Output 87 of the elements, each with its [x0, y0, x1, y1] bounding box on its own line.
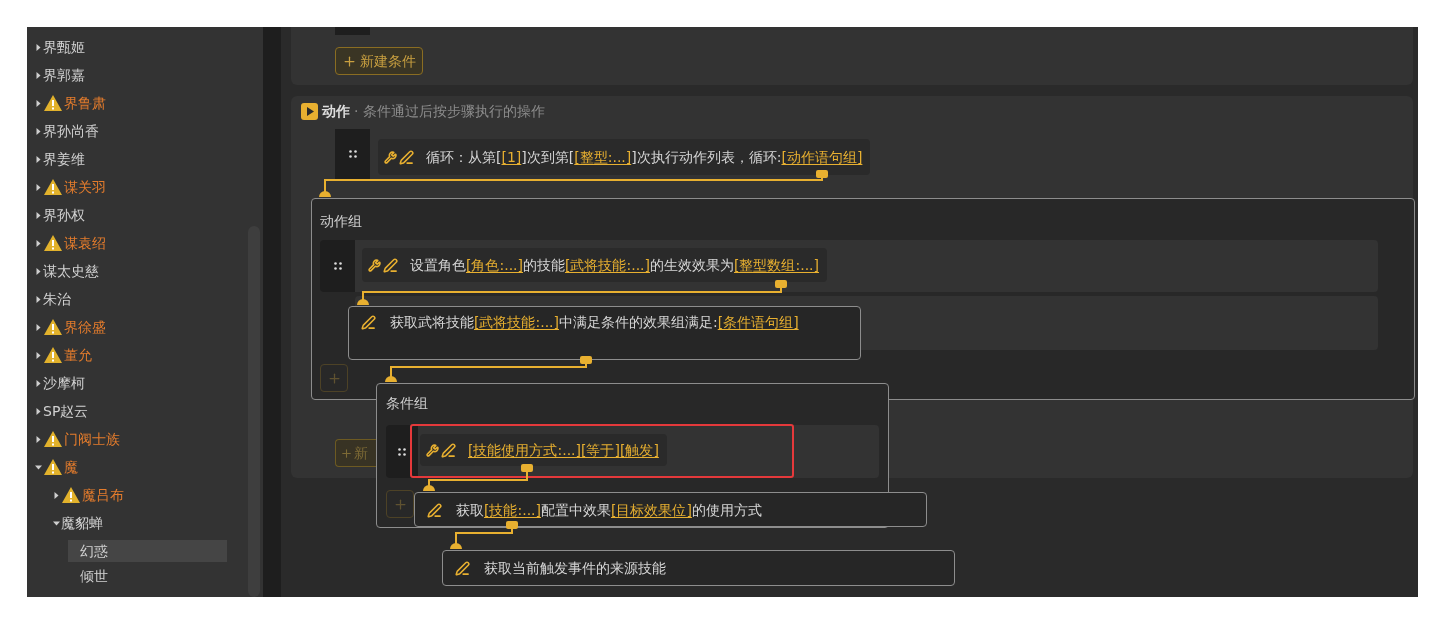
- section-title: 动作: [322, 101, 350, 121]
- statement-text: 获取[技能:...]配置中效果[目标效果位]的使用方式: [456, 501, 762, 520]
- pencil-icon[interactable]: [399, 149, 414, 165]
- connector-line: [450, 521, 518, 549]
- parameter-link[interactable]: [触发]: [619, 442, 659, 458]
- statement-text: 循环：从第[[1]]次到第[[整型:...]]次执行动作列表，循环:[动作语句组]: [426, 148, 863, 167]
- caret-icon[interactable]: [53, 491, 60, 499]
- statement-block[interactable]: [技能使用方式:...][等于][触发]: [420, 434, 667, 466]
- caret-icon[interactable]: [35, 71, 42, 79]
- expression-popup[interactable]: 获取当前触发事件的来源技能: [442, 550, 955, 586]
- drag-handle[interactable]: [335, 27, 370, 35]
- tree-item[interactable]: 界郭嘉: [43, 64, 85, 86]
- parameter-link[interactable]: [武将技能:...]: [565, 257, 650, 273]
- caret-icon[interactable]: [35, 295, 42, 303]
- drag-handle[interactable]: [386, 425, 418, 478]
- parameter-link[interactable]: [技能:...]: [484, 502, 541, 518]
- caret-icon[interactable]: [35, 267, 42, 275]
- drag-handle[interactable]: [320, 240, 355, 292]
- add-condition-button[interactable]: 新建条件: [335, 47, 423, 75]
- caret-icon[interactable]: [35, 463, 42, 471]
- parameter-link[interactable]: [整型:...]: [574, 149, 632, 165]
- plus-icon: [340, 446, 353, 460]
- tree-item[interactable]: 谋关羽: [64, 176, 106, 198]
- pencil-icon[interactable]: [427, 503, 442, 518]
- tree-item[interactable]: 朱治: [43, 288, 71, 310]
- tree-item[interactable]: 魔吕布: [82, 484, 124, 506]
- caret-icon[interactable]: [35, 155, 42, 163]
- wrench-icon[interactable]: [426, 443, 439, 457]
- pencil-icon[interactable]: [383, 257, 398, 273]
- parameter-link[interactable]: [目标效果位]: [611, 502, 692, 518]
- wrench-icon[interactable]: [384, 150, 397, 164]
- group-title: 动作组: [320, 212, 363, 231]
- drag-handle[interactable]: [335, 129, 370, 179]
- caret-icon[interactable]: [35, 43, 42, 51]
- scrollbar[interactable]: [248, 226, 260, 597]
- tree-item[interactable]: SP赵云: [43, 400, 89, 422]
- statement-block[interactable]: 循环：从第[[1]]次到第[[整型:...]]次执行动作列表，循环:[动作语句组]: [378, 139, 871, 175]
- caret-icon[interactable]: [35, 435, 42, 443]
- parameter-link[interactable]: [整型数组:...]: [734, 257, 819, 273]
- caret-icon[interactable]: [53, 519, 60, 527]
- plus-icon: [392, 496, 408, 512]
- caret-icon[interactable]: [35, 239, 42, 247]
- wrench-icon[interactable]: [368, 258, 381, 272]
- pencil-icon[interactable]: [455, 561, 470, 576]
- pencil-icon[interactable]: [441, 442, 456, 458]
- caret-icon[interactable]: [35, 407, 42, 415]
- tree-item[interactable]: 谋袁绍: [64, 232, 106, 254]
- parameter-link[interactable]: [等于]: [581, 442, 620, 458]
- statement-block[interactable]: 设置角色[角色:...]的技能[武将技能:...]的生效效果为[整型数组:...]: [362, 248, 827, 282]
- tree-item[interactable]: 幻惑: [68, 540, 227, 562]
- tree-item[interactable]: 门阀士族: [64, 428, 120, 450]
- tree-item[interactable]: 魔貂蝉: [61, 512, 103, 534]
- parameter-link[interactable]: [动作语句组]: [781, 149, 863, 165]
- tree-item[interactable]: 倾世: [68, 565, 227, 587]
- section-subtitle: · 条件通过后按步骤执行的操作: [354, 101, 545, 121]
- statement-text: 获取武将技能[武将技能:...]中满足条件的效果组满足:[条件语句组]: [390, 313, 799, 332]
- group-title: 条件组: [386, 394, 429, 413]
- tree-item[interactable]: 谋太史慈: [43, 260, 99, 282]
- tree-item[interactable]: 界孙尚香: [43, 120, 99, 142]
- caret-icon[interactable]: [35, 379, 42, 387]
- parameter-link[interactable]: [武将技能:...]: [474, 314, 559, 330]
- parameter-link[interactable]: [角色:...]: [466, 257, 523, 273]
- expression-popup[interactable]: 获取武将技能[武将技能:...]中满足条件的效果组满足:[条件语句组]: [348, 306, 861, 360]
- caret-icon[interactable]: [35, 183, 42, 191]
- parameter-link[interactable]: [1]: [501, 149, 522, 165]
- caret-icon[interactable]: [35, 351, 42, 359]
- tree-item[interactable]: 界甄姬: [43, 36, 85, 58]
- tree-item[interactable]: 界鲁肃: [64, 92, 106, 114]
- plus-icon: [326, 370, 342, 386]
- tree-item[interactable]: 沙摩柯: [43, 372, 85, 394]
- plus-icon: [342, 53, 357, 69]
- statement-text: 设置角色[角色:...]的技能[武将技能:...]的生效效果为[整型数组:...]: [410, 256, 819, 275]
- caret-icon[interactable]: [35, 211, 42, 219]
- parameter-link[interactable]: [技能使用方式:...]: [468, 442, 581, 458]
- play-icon: [301, 102, 318, 120]
- caret-icon[interactable]: [35, 99, 42, 107]
- tree-item[interactable]: 界姜维: [43, 148, 85, 170]
- tree-item[interactable]: 董允: [64, 344, 92, 366]
- statement-text: 获取当前触发事件的来源技能: [484, 559, 666, 578]
- tree-item[interactable]: 界徐盛: [64, 316, 106, 338]
- tree-item[interactable]: 界孙权: [43, 204, 85, 226]
- pencil-icon[interactable]: [361, 315, 376, 330]
- expression-popup[interactable]: 获取[技能:...]配置中效果[目标效果位]的使用方式: [414, 492, 927, 527]
- parameter-link[interactable]: [条件语句组]: [717, 314, 799, 330]
- caret-icon[interactable]: [35, 127, 42, 135]
- caret-icon[interactable]: [35, 323, 42, 331]
- tree-item[interactable]: 魔: [64, 456, 78, 478]
